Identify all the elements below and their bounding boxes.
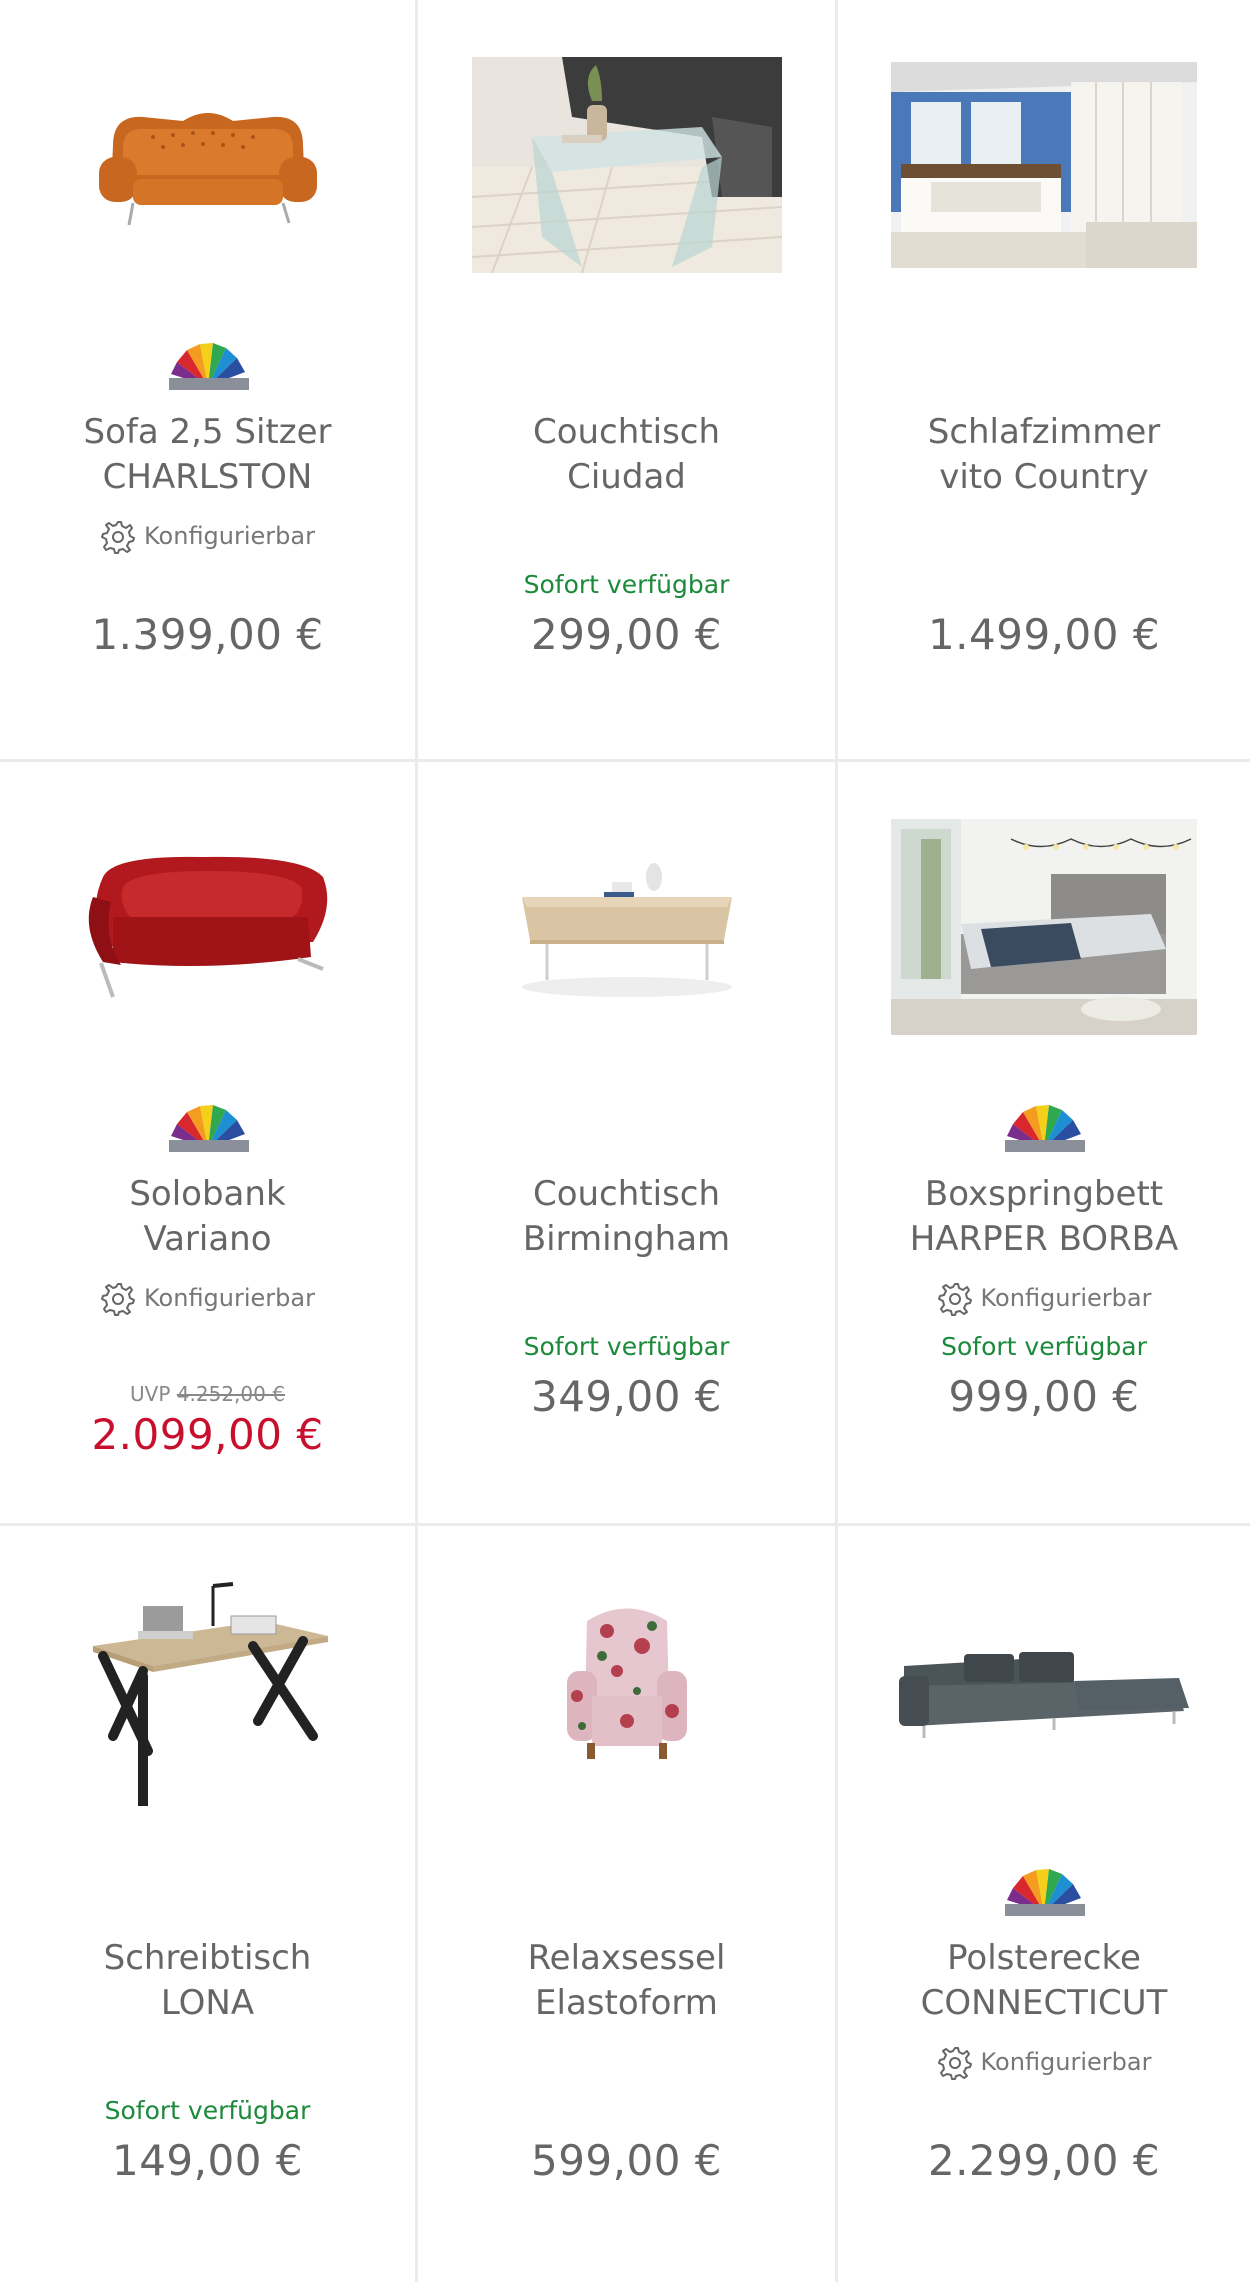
product-card[interactable]: Schlafzimmer vito Country 1.499,00 € [838,0,1250,762]
product-image[interactable] [20,792,395,1062]
product-title[interactable]: Sofa 2,5 Sitzer CHARLSTON [0,410,415,500]
product-image[interactable] [858,1556,1230,1826]
configurable-label: Konfigurierbar [980,1284,1152,1312]
gear-icon [101,521,135,554]
product-image[interactable] [20,30,395,300]
configurable-label: Konfigurierbar [144,522,315,550]
product-card[interactable]: Boxspringbett HARPER BORBA Konfigurierba… [838,762,1250,1526]
availability-status: Sofort verfügbar [104,2096,311,2125]
product-grid: Sofa 2,5 Sitzer CHARLSTON Konfigurierbar… [0,0,1250,2282]
product-title[interactable]: Schlafzimmer vito Country [838,410,1250,500]
product-image[interactable] [858,792,1230,1062]
product-title[interactable]: Relaxsessel Elastoform [418,1936,835,2026]
product-title[interactable]: Polsterecke CONNECTICUT [838,1936,1250,2026]
color-palette-icon [168,343,249,390]
color-palette-icon [1005,1869,1085,1916]
product-price: 999,00 € [948,1372,1140,1421]
configurable-label: Konfigurierbar [980,2048,1152,2076]
uvp-price: UVP 4.252,00 € [0,1382,415,1406]
uvp-label: UVP [130,1382,171,1406]
product-price: 149,00 € [111,2136,304,2185]
product-card[interactable]: Couchtisch Birmingham Sofort verfügbar 3… [418,762,838,1526]
availability-status: Sofort verfügbar [523,1332,730,1361]
product-title[interactable]: Solobank Variano [0,1172,415,1262]
product-image[interactable] [20,1556,395,1826]
product-title[interactable]: Boxspringbett HARPER BORBA [838,1172,1250,1262]
product-image[interactable] [858,30,1230,300]
product-image[interactable] [438,30,815,300]
product-card[interactable]: Schreibtisch LONA Sofort verfügbar 149,0… [0,1526,418,2282]
product-card[interactable]: Couchtisch Ciudad Sofort verfügbar 299,0… [418,0,838,762]
product-card[interactable]: Polsterecke CONNECTICUT Konfigurierbar 2… [838,1526,1250,2282]
color-palette-icon [168,1105,249,1152]
product-image[interactable] [438,792,815,1062]
product-price: 2.299,00 € [927,2136,1161,2185]
product-price: 299,00 € [530,610,723,659]
configurable-badge: Konfigurierbar [838,1280,1250,1316]
configurable-badge: Konfigurierbar [838,2044,1250,2080]
product-image[interactable] [438,1556,815,1826]
product-card[interactable]: Sofa 2,5 Sitzer CHARLSTON Konfigurierbar… [0,0,418,762]
gear-icon [937,2047,972,2080]
availability-status: Sofort verfügbar [523,570,730,599]
uvp-value: 4.252,00 € [176,1382,285,1406]
configurable-label: Konfigurierbar [144,1284,315,1312]
color-palette-icon [1005,1105,1085,1152]
product-title[interactable]: Couchtisch Birmingham [418,1172,835,1262]
configurable-badge: Konfigurierbar [0,1280,415,1316]
configurable-badge: Konfigurierbar [0,518,415,554]
gear-icon [937,1283,972,1316]
gear-icon [101,1283,135,1316]
product-title[interactable]: Couchtisch Ciudad [418,410,835,500]
product-title[interactable]: Schreibtisch LONA [0,1936,415,2026]
product-card[interactable]: Solobank Variano Konfigurierbar UVP 4.25… [0,762,418,1526]
product-price: 1.399,00 € [91,610,324,659]
availability-status: Sofort verfügbar [941,1332,1147,1361]
product-price: 599,00 € [530,2136,723,2185]
sale-price: 2.099,00 € [91,1410,324,1459]
product-price: 1.499,00 € [927,610,1161,659]
product-card[interactable]: Relaxsessel Elastoform 599,00 € [418,1526,838,2282]
product-price: 349,00 € [530,1372,723,1421]
